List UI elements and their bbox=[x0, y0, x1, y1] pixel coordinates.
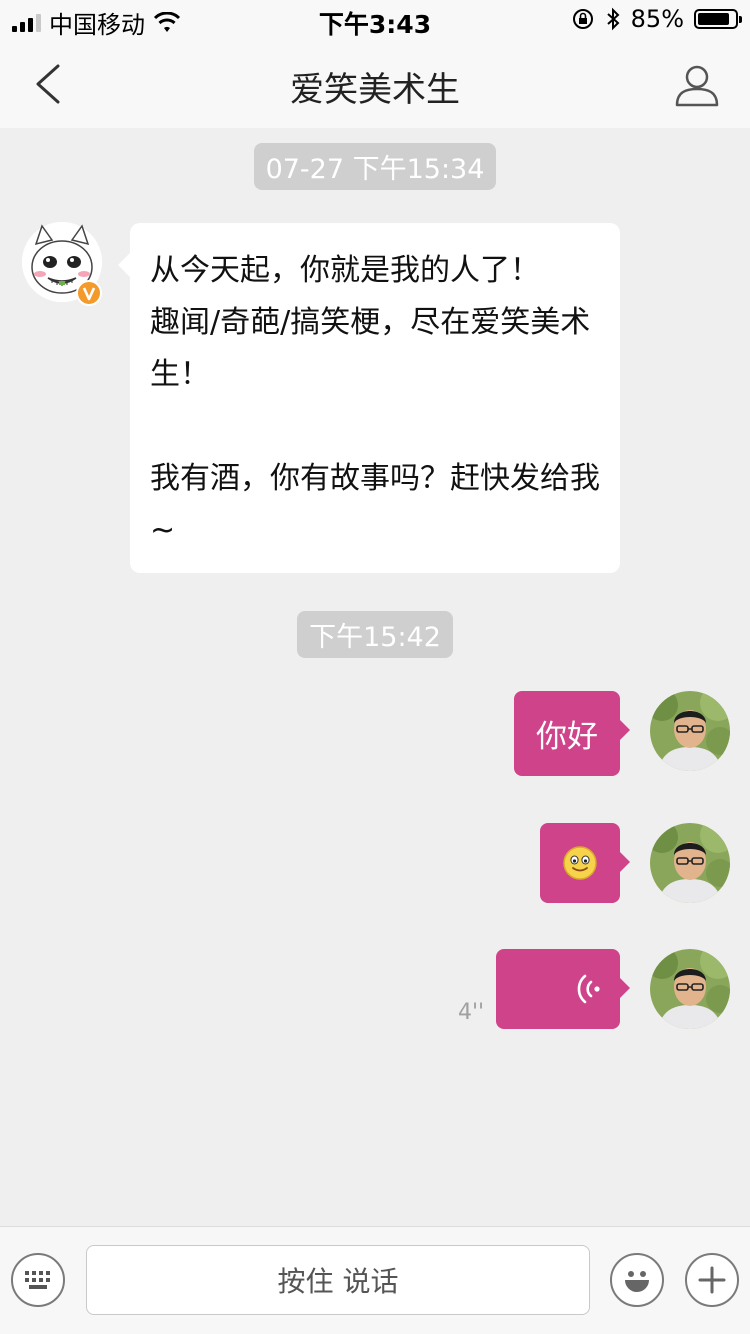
rotation-lock-icon bbox=[572, 9, 593, 29]
timestamp-2-label: 下午15:42 bbox=[297, 611, 453, 658]
incoming-message-bubble[interactable]: 从今天起，你就是我的人了！ 趣闻/奇葩/搞笑梗，尽在爱笑美术生！ 我有酒，你有故… bbox=[118, 223, 620, 573]
user-photo-avatar-icon bbox=[650, 691, 730, 771]
official-account-avatar[interactable] bbox=[22, 222, 102, 306]
smile-emoji-icon bbox=[563, 846, 597, 880]
timestamp-2: 下午15:42 bbox=[0, 611, 750, 658]
user-photo-avatar-icon bbox=[650, 823, 730, 903]
emoji-button[interactable] bbox=[610, 1253, 664, 1307]
chat-title: 爱笑美术生 bbox=[290, 70, 460, 110]
status-right: 85% bbox=[571, 5, 742, 33]
keyboard-icon bbox=[25, 1271, 50, 1289]
timestamp-1-label: 07-27 下午15:34 bbox=[253, 143, 497, 190]
user-photo-avatar-icon bbox=[650, 949, 730, 1029]
outgoing-voice-bubble[interactable] bbox=[496, 949, 630, 1029]
battery-icon bbox=[694, 9, 742, 29]
hold-to-talk-label: 按住 说话 bbox=[277, 1265, 399, 1298]
plus-icon bbox=[698, 1266, 726, 1294]
incoming-message-text: 从今天起，你就是我的人了！ 趣闻/奇葩/搞笑梗，尽在爱笑美术生！ 我有酒，你有故… bbox=[150, 253, 600, 548]
outgoing-text-bubble[interactable]: 你好 bbox=[514, 691, 630, 776]
profile-icon[interactable] bbox=[674, 62, 720, 108]
input-bar: 按住 说话 bbox=[0, 1226, 750, 1334]
voice-wave-icon bbox=[577, 974, 600, 1004]
bluetooth-icon bbox=[606, 7, 620, 31]
voice-duration-label: 4'' bbox=[458, 1000, 485, 1025]
my-avatar-2[interactable] bbox=[650, 823, 730, 903]
verified-v-badge-icon bbox=[76, 280, 102, 306]
timestamp-1: 07-27 下午15:34 bbox=[0, 143, 750, 190]
outgoing-text-message: 你好 bbox=[536, 719, 598, 755]
smiley-face-icon bbox=[625, 1271, 649, 1292]
my-avatar-3[interactable] bbox=[650, 949, 730, 1029]
my-avatar-1[interactable] bbox=[650, 691, 730, 771]
more-options-button[interactable] bbox=[685, 1253, 739, 1307]
keyboard-toggle-button[interactable] bbox=[11, 1253, 65, 1307]
battery-percent: 85% bbox=[630, 5, 684, 33]
nav-bar: 爱笑美术生 bbox=[0, 40, 750, 128]
outgoing-emoji-bubble[interactable] bbox=[540, 823, 630, 903]
hold-to-talk-button[interactable]: 按住 说话 bbox=[86, 1245, 590, 1315]
status-bar: 中国移动 下午3:43 85% bbox=[0, 0, 750, 40]
